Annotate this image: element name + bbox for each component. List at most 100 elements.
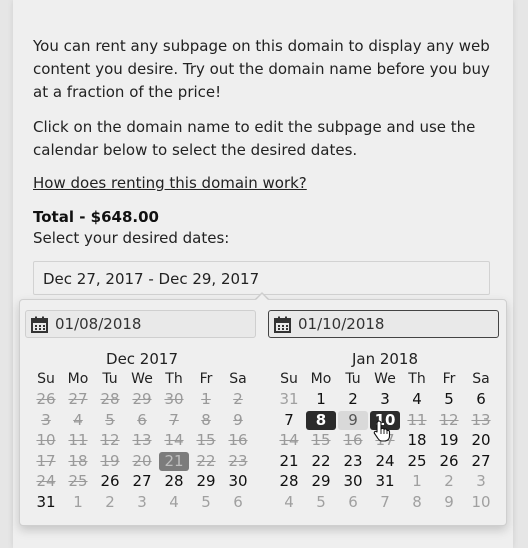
weekday-header: Su Mo Tu We Th Fr Sa: [30, 371, 254, 389]
calendar-day: 14: [279, 431, 299, 449]
end-date-value: 01/10/2018: [298, 315, 385, 333]
calendar-day[interactable]: 19: [434, 431, 464, 450]
calendar-day: 28: [100, 390, 120, 408]
calendar-day[interactable]: 4: [159, 493, 189, 512]
hand-pointer-cursor-icon: [373, 420, 391, 442]
calendar-day: 2: [233, 390, 243, 408]
weekday-label: Th: [165, 371, 183, 387]
calendar-day: 4: [73, 410, 83, 429]
start-date-input[interactable]: 01/08/2018: [25, 310, 256, 338]
calendar-day: 23: [228, 451, 248, 470]
calendar-day[interactable]: 29: [191, 472, 221, 491]
calendar-day[interactable]: 31: [31, 493, 61, 512]
month-title: Jan 2018: [351, 350, 419, 368]
calendar-day: 13: [132, 431, 152, 449]
calendar-day[interactable]: 6: [466, 390, 496, 409]
weekday-label: Fr: [199, 371, 213, 387]
intro-paragraph: You can rent any subpage on this domain …: [33, 37, 490, 101]
weekday-header: Su Mo Tu We Th Fr Sa: [273, 371, 497, 389]
calendar-day[interactable]: 5: [191, 493, 221, 512]
weekday-label: Su: [280, 371, 298, 387]
weekday-label: Tu: [345, 371, 361, 387]
calendar-day[interactable]: 1: [63, 493, 93, 512]
calendar-day[interactable]: 31: [370, 472, 400, 491]
calendar-day[interactable]: 10: [466, 493, 496, 512]
calendar-day: 27: [68, 390, 88, 408]
calendar-day[interactable]: 6: [338, 493, 368, 512]
calendar-day[interactable]: 22: [306, 452, 336, 471]
calendar-day[interactable]: 27: [466, 452, 496, 471]
calendar-day: 24: [36, 472, 56, 490]
calendar-day[interactable]: 23: [338, 452, 368, 471]
calendar-day: 20: [132, 451, 152, 470]
calendar-day[interactable]: 9: [338, 410, 368, 430]
calendar-day: 25: [68, 472, 88, 490]
weekday-label: Fr: [442, 371, 456, 387]
calendar-day[interactable]: 26: [95, 472, 125, 491]
calendar-day: 15: [311, 431, 331, 449]
calendar-day[interactable]: 28: [159, 472, 189, 491]
calendar-day: 6: [137, 410, 147, 429]
calendar-day[interactable]: 20: [466, 431, 496, 450]
calendar-day[interactable]: 3: [370, 390, 400, 409]
calendar-day[interactable]: 28: [274, 472, 304, 491]
calendar-day[interactable]: 2: [95, 493, 125, 512]
calendar-day: 13: [471, 410, 491, 429]
calendar-day: 26: [36, 390, 56, 408]
calendar-day[interactable]: 3: [466, 472, 496, 491]
calendar-day[interactable]: 18: [402, 431, 432, 450]
calendar-icon: [274, 316, 291, 333]
calendar-day[interactable]: 30: [223, 472, 253, 491]
calendar-day[interactable]: 30: [338, 472, 368, 491]
calendar-day: 30: [164, 390, 184, 408]
calendar-day[interactable]: 25: [402, 452, 432, 471]
calendar-day[interactable]: 1: [306, 390, 336, 409]
calendar-day[interactable]: 21: [274, 452, 304, 471]
calendar-day: 29: [132, 390, 152, 408]
calendar-day: 12: [100, 431, 120, 449]
calendar-day[interactable]: 7: [370, 493, 400, 512]
calendar-day[interactable]: 9: [434, 493, 464, 512]
calendar-day[interactable]: 24: [370, 452, 400, 471]
calendar-day: 18: [68, 451, 88, 470]
calendar-day[interactable]: 2: [434, 472, 464, 491]
calendar-day[interactable]: 4: [402, 390, 432, 409]
weekday-label: Su: [37, 371, 55, 387]
calendar-day[interactable]: 5: [434, 390, 464, 409]
weekday-label: Mo: [67, 371, 89, 387]
total-price: Total - $648.00: [33, 208, 159, 226]
calendar-day[interactable]: 29: [306, 472, 336, 491]
date-picker-popup: 01/08/2018 01/10/2018 Dec 2017 Su Mo Tu We T…: [19, 299, 507, 526]
calendar-day: 8: [201, 410, 211, 429]
calendar-day[interactable]: 8: [306, 410, 336, 430]
calendar-day[interactable]: 8: [402, 493, 432, 512]
calendar-day[interactable]: 7: [274, 411, 304, 430]
select-dates-label: Select your desired dates:: [33, 229, 230, 247]
calendar-day[interactable]: 27: [127, 472, 157, 491]
calendar-day[interactable]: 5: [306, 493, 336, 512]
calendar-day: 10: [36, 431, 56, 449]
weekday-label: We: [374, 371, 396, 387]
weekday-label: Tu: [102, 371, 118, 387]
calendar-day: 3: [41, 410, 51, 429]
weekday-label: Sa: [229, 371, 247, 387]
calendar-day[interactable]: 31: [274, 390, 304, 409]
date-range-field[interactable]: Dec 27, 2017 - Dec 29, 2017: [33, 261, 490, 295]
calendar-day: 7: [169, 410, 179, 429]
calendar-day[interactable]: 4: [274, 493, 304, 512]
calendar-day[interactable]: 1: [402, 472, 432, 491]
month-title: Dec 2017: [106, 350, 178, 368]
calendar-day[interactable]: 3: [127, 493, 157, 512]
calendar-day[interactable]: 2: [338, 390, 368, 409]
weekday-label: Mo: [310, 371, 332, 387]
calendar-day[interactable]: 26: [434, 452, 464, 471]
calendar-day: 14: [164, 431, 184, 449]
end-date-input[interactable]: 01/10/2018: [268, 310, 499, 338]
calendar-day[interactable]: 21: [159, 451, 189, 471]
calendar-day: 12: [439, 410, 459, 429]
calendar-day[interactable]: 6: [223, 493, 253, 512]
calendar-day: 19: [100, 451, 120, 470]
start-date-value: 01/08/2018: [55, 315, 142, 333]
how-renting-works-link[interactable]: How does renting this domain work?: [33, 174, 307, 192]
calendar-day: 11: [68, 431, 88, 449]
